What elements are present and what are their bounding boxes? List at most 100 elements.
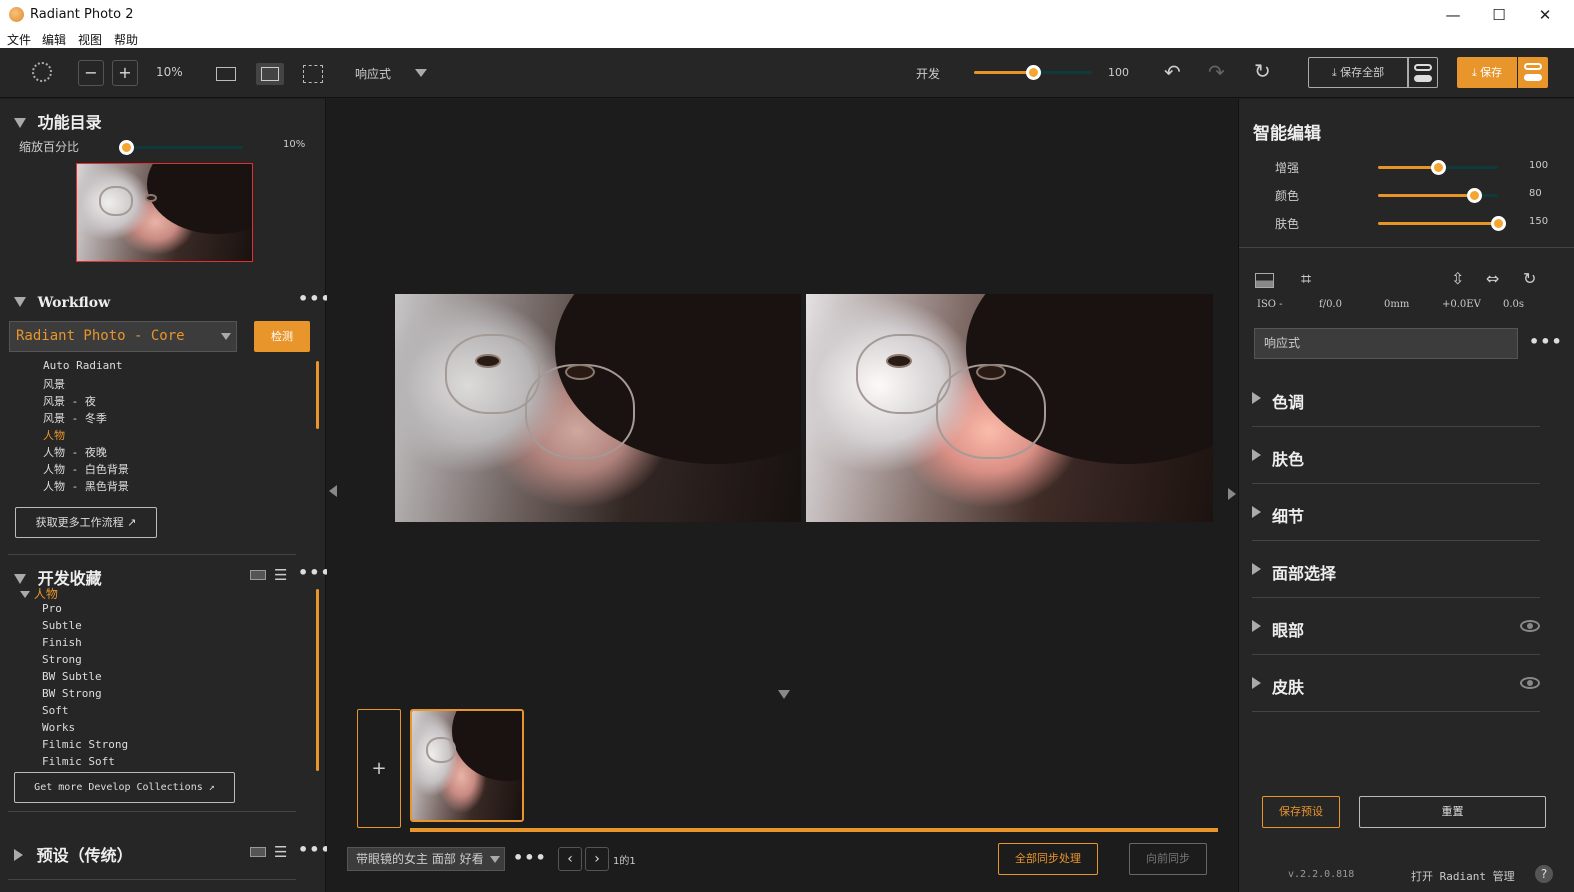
sync-all-button[interactable]: 全部同步处理 xyxy=(998,843,1098,875)
list-view-icon-2[interactable]: ☰ xyxy=(274,843,287,861)
undo-icon[interactable]: ↶ xyxy=(1164,60,1181,84)
save-all-button[interactable]: ⤓ 保存全部 xyxy=(1308,57,1408,88)
flip-vertical-icon[interactable]: ⇳ xyxy=(1451,269,1464,288)
more-collections-button[interactable]: Get more Develop Collections ↗ xyxy=(14,772,235,803)
redo-icon[interactable]: ↷ xyxy=(1208,60,1225,84)
menu-help[interactable]: 帮助 xyxy=(114,31,138,48)
help-icon[interactable]: ? xyxy=(1535,865,1553,883)
collection-item[interactable]: BW Subtle xyxy=(42,670,102,683)
view-mode-select[interactable]: 响应式 xyxy=(355,65,391,82)
smart-slider-value: 150 xyxy=(1529,216,1549,227)
save-options-button[interactable] xyxy=(1518,57,1548,88)
zoom-percent-slider[interactable] xyxy=(119,140,243,155)
workflow-item[interactable]: 人物 - 白色背景 xyxy=(43,461,129,477)
list-view-icon[interactable]: ☰ xyxy=(274,566,287,584)
workflow-item[interactable]: 人物 xyxy=(43,427,65,443)
filmstrip-thumbnail[interactable] xyxy=(410,709,524,822)
collapse-right-icon[interactable] xyxy=(1228,488,1236,500)
grid-view-icon[interactable] xyxy=(250,570,266,580)
histogram-icon[interactable] xyxy=(1255,273,1274,288)
develop-slider[interactable] xyxy=(974,65,1092,80)
develop-slider-handle[interactable] xyxy=(1026,65,1041,80)
save-all-options-button[interactable] xyxy=(1408,57,1438,88)
collapse-icon xyxy=(14,118,26,128)
flip-horizontal-icon[interactable]: ⇔ xyxy=(1486,269,1499,288)
collection-item[interactable]: Subtle xyxy=(42,619,82,632)
collection-item[interactable]: BW Strong xyxy=(42,687,102,700)
collection-item[interactable]: Strong xyxy=(42,653,82,666)
menu-file[interactable]: 文件 xyxy=(7,31,31,48)
section-6[interactable]: 皮肤 xyxy=(1252,655,1540,712)
minimize-button[interactable]: — xyxy=(1438,4,1468,26)
workflow-scrollbar[interactable] xyxy=(316,361,319,429)
next-page-button[interactable]: › xyxy=(585,847,609,871)
section-3[interactable]: 细节 xyxy=(1252,484,1540,541)
single-view-icon[interactable] xyxy=(216,67,236,81)
workflow-item[interactable]: 风景 - 冬季 xyxy=(43,410,107,426)
add-image-button[interactable]: + xyxy=(357,709,401,828)
workflow-item[interactable]: 人物 - 黑色背景 xyxy=(43,478,129,494)
compare-view-icon[interactable] xyxy=(303,65,323,83)
workflow-item[interactable]: 风景 - 夜 xyxy=(43,393,96,409)
smart-slider[interactable] xyxy=(1378,160,1498,175)
refresh-icon[interactable]: ↻ xyxy=(1254,59,1271,83)
zoom-percent-handle[interactable] xyxy=(119,140,134,155)
mode-select[interactable]: 响应式 xyxy=(1254,328,1518,359)
collection-item[interactable]: Soft xyxy=(42,704,69,717)
after-image[interactable] xyxy=(806,294,1213,522)
workflow-select[interactable]: Radiant Photo - Core xyxy=(9,321,237,352)
menu-edit[interactable]: 编辑 xyxy=(42,31,66,48)
smart-slider-handle[interactable] xyxy=(1431,160,1446,175)
visibility-eye-icon[interactable] xyxy=(1520,677,1540,689)
preset-more-icon[interactable]: ••• xyxy=(513,848,547,867)
detect-button[interactable]: 检测 xyxy=(254,321,310,352)
section-5[interactable]: 眼部 xyxy=(1252,598,1540,655)
workflow-item[interactable]: 人物 - 渐变背景 xyxy=(43,495,129,497)
menu-view[interactable]: 视图 xyxy=(78,31,102,48)
crop-icon[interactable]: ⌗ xyxy=(1301,269,1311,290)
sync-forward-button[interactable]: 向前同步 xyxy=(1129,843,1207,875)
save-button[interactable]: ⤓ 保存 xyxy=(1457,57,1517,88)
workflow-header[interactable]: Workflow xyxy=(14,292,110,311)
smart-slider[interactable] xyxy=(1378,188,1498,203)
collection-item[interactable]: Pro xyxy=(42,602,62,615)
mode-more-icon[interactable]: ••• xyxy=(1529,332,1563,351)
catalog-header[interactable]: 功能目录 xyxy=(14,109,102,133)
before-image[interactable] xyxy=(395,294,801,522)
toggle-filmstrip-icon[interactable] xyxy=(778,690,790,699)
zoom-out-button[interactable]: − xyxy=(78,60,104,86)
collection-item[interactable]: Filmic Soft xyxy=(42,755,115,768)
collapse-left-icon[interactable] xyxy=(329,485,337,497)
collections-scrollbar[interactable] xyxy=(316,589,319,771)
smart-slider-handle[interactable] xyxy=(1467,188,1482,203)
collection-item[interactable]: Filmic Strong xyxy=(42,738,128,751)
more-workflows-button[interactable]: 获取更多工作流程 ↗ xyxy=(15,507,157,538)
preset-select[interactable]: 带眼镜的女主 面部 好看 xyxy=(347,847,505,871)
smart-slider-handle[interactable] xyxy=(1491,216,1506,231)
presets-header[interactable]: 预设（传统） xyxy=(14,842,133,866)
workflow-item[interactable]: Auto Radiant xyxy=(43,359,122,372)
rotate-icon[interactable]: ↻ xyxy=(1523,269,1536,288)
split-view-button[interactable] xyxy=(256,63,284,85)
maximize-button[interactable]: ☐ xyxy=(1484,4,1514,26)
grid-view-icon-2[interactable] xyxy=(250,847,266,857)
close-button[interactable]: ✕ xyxy=(1530,4,1560,26)
section-4[interactable]: 面部选择 xyxy=(1252,541,1540,598)
chevron-down-icon[interactable] xyxy=(415,69,427,77)
workflow-item[interactable]: 人物 - 夜晚 xyxy=(43,444,107,460)
visibility-eye-icon[interactable] xyxy=(1520,620,1540,632)
section-2[interactable]: 肤色 xyxy=(1252,427,1540,484)
section-1[interactable]: 色调 xyxy=(1252,370,1540,427)
navigator-thumbnail[interactable] xyxy=(76,163,253,262)
save-preset-button[interactable]: 保存预设 xyxy=(1262,796,1340,828)
smart-slider[interactable] xyxy=(1378,216,1506,231)
more-collections-label: Get more Develop Collections xyxy=(34,782,203,793)
reset-button[interactable]: 重置 xyxy=(1359,796,1546,828)
prev-page-button[interactable]: ‹ xyxy=(558,847,582,871)
collection-item[interactable]: Finish xyxy=(42,636,82,649)
workflow-item[interactable]: 风景 xyxy=(43,376,65,392)
zoom-in-button[interactable]: + xyxy=(112,60,138,86)
collection-item[interactable]: Works xyxy=(42,721,75,734)
settings-gear-icon[interactable] xyxy=(32,62,52,82)
open-manager-link[interactable]: 打开 Radiant 管理 xyxy=(1411,868,1515,884)
